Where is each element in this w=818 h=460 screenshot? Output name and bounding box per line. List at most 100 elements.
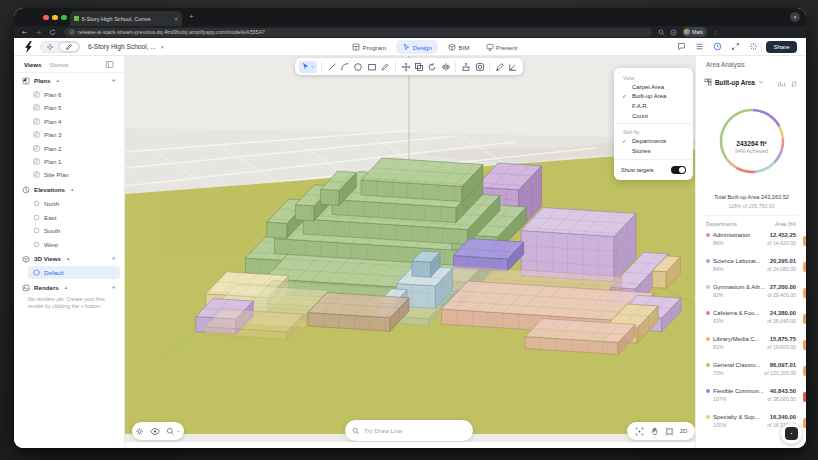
forward-icon[interactable] [35, 29, 42, 36]
app-logo[interactable] [24, 41, 33, 53]
section-elevations[interactable]: Elevations▲ [14, 183, 124, 196]
sidebar-item-north[interactable]: North [28, 197, 120, 210]
tool-pushpull[interactable] [460, 61, 471, 73]
tool-move[interactable] [400, 61, 411, 73]
list-icon[interactable] [695, 42, 704, 51]
section-plans[interactable]: Plans▲+ [14, 74, 124, 87]
command-search[interactable]: Try Draw Line [345, 420, 473, 441]
maximize-window-button[interactable] [61, 15, 67, 21]
tab-stories[interactable]: Stories [49, 61, 68, 68]
ai-mode-button[interactable] [41, 42, 59, 52]
scene-3d[interactable] [125, 56, 695, 442]
profile-chip[interactable]: Mark [682, 27, 707, 37]
sidebar-item-plan-1[interactable]: Plan 1 [28, 155, 120, 168]
section-renders[interactable]: Renders▲+ [14, 281, 124, 294]
sidebar-item-plan-6[interactable]: Plan 6 [28, 88, 120, 101]
tab-views[interactable]: Views [24, 61, 41, 68]
share-button[interactable]: Share [766, 41, 797, 53]
department-row[interactable]: Cafeteria & Foo...24,380.0093%of 26,040.… [706, 310, 806, 336]
document-title[interactable]: 6-Story High School, ...▼ [88, 43, 165, 50]
minimize-window-button[interactable] [52, 15, 58, 21]
department-row[interactable]: Science Laborat...20,295.0184%of 24,080.… [706, 258, 806, 284]
extensions-icon[interactable] [670, 29, 677, 36]
tool-arc[interactable] [339, 61, 350, 73]
add-icon[interactable]: + [111, 283, 116, 292]
sidebar-item-plan-2[interactable]: Plan 2 [28, 142, 120, 155]
add-icon[interactable]: + [111, 254, 116, 263]
col-departments[interactable]: Departments [706, 221, 737, 227]
sidebar-item-site-plan[interactable]: Site Plan [28, 168, 120, 181]
close-window-button[interactable] [43, 15, 49, 21]
feedback-widget[interactable]: ▪ [781, 423, 802, 444]
sidebar-item-east[interactable]: East [28, 211, 120, 224]
menu-view-built-up-area[interactable]: ✓Built-up Area [614, 92, 693, 102]
mode-2d-button[interactable]: 2D [680, 428, 688, 434]
department-row[interactable]: Administration12,452.2586%of 14,420.00 [706, 232, 806, 258]
tab-search-button[interactable]: ▾ [790, 12, 800, 22]
browser-menu-icon[interactable]: ⋮ [712, 29, 718, 36]
menu-view-carpet-area[interactable]: Carpet Area [614, 82, 693, 92]
back-icon[interactable] [21, 29, 28, 36]
display-settings-icon[interactable] [135, 427, 144, 436]
tool-offset[interactable] [474, 61, 485, 73]
history-icon[interactable] [713, 42, 722, 51]
refresh-icon[interactable] [49, 29, 56, 36]
dept-status-chip [803, 392, 806, 402]
menu-view-count[interactable]: Count [614, 111, 693, 121]
massing-block-brown-row [308, 293, 409, 332]
tool-rotate[interactable] [427, 61, 438, 73]
sidebar-item-plan-4[interactable]: Plan 4 [28, 115, 120, 128]
url-bar[interactable]: release-ai-stack-stream-previous.dq.4lzd… [64, 28, 652, 37]
sidebar-item-west[interactable]: West [28, 238, 120, 251]
fit-view-icon[interactable] [635, 427, 644, 436]
department-row[interactable]: Library/Media C...15,875.7581%of 19,600.… [706, 336, 806, 362]
sidebar-item-plan-3[interactable]: Plan 3 [28, 128, 120, 141]
menu-view-f-a-r-[interactable]: F.A.R. [614, 101, 693, 111]
sidebar-item-default[interactable]: Default [28, 266, 120, 279]
browser-tab[interactable]: 6-Story High School, Conve × [70, 11, 182, 26]
new-tab-button[interactable]: + [189, 13, 194, 21]
donut-subtitle: 94% Achieved [696, 148, 806, 154]
donut-value: 243264 ft² [696, 140, 806, 147]
add-icon[interactable]: + [111, 76, 116, 85]
tool-line[interactable] [326, 61, 337, 73]
nav-tab-program[interactable]: Program [346, 40, 392, 54]
pan-hand-icon[interactable] [650, 427, 659, 436]
department-row[interactable]: Gymnasium & Ath...27,200.0092%of 29,400.… [706, 284, 806, 310]
comments-icon[interactable] [677, 42, 686, 51]
collapse-panel-icon[interactable] [105, 60, 114, 69]
tool-rectangle[interactable] [366, 61, 377, 73]
search-icon[interactable] [658, 29, 665, 36]
zoom-icon[interactable] [166, 427, 175, 436]
col-area[interactable]: Area (ft²) [775, 221, 796, 227]
nav-tab-design[interactable]: Design [396, 40, 438, 54]
tool-mirror[interactable] [440, 61, 451, 73]
sidebar-item-plan-5[interactable]: Plan 5 [28, 101, 120, 114]
nav-tab-bim[interactable]: BIM [442, 40, 476, 54]
tool-pen[interactable] [494, 61, 505, 73]
tool-copy[interactable] [413, 61, 424, 73]
tab-close-icon[interactable]: × [174, 16, 178, 22]
viewport-3d[interactable]: View Carpet Area✓Built-up AreaF.A.R.Coun… [125, 56, 695, 442]
department-row[interactable]: General Classro...86,097.0170%of 123,200… [706, 362, 806, 388]
nav-tab-present[interactable]: Present [480, 40, 524, 54]
sidebar-item-south[interactable]: South [28, 224, 120, 237]
dept-target: of 123,200.00 [764, 370, 796, 376]
menu-sort-departments[interactable]: ✓Departments [614, 136, 693, 146]
tool-stylus[interactable] [380, 61, 391, 73]
menu-sort-stories[interactable]: Stories [614, 146, 693, 156]
settings-sparkle-icon[interactable] [749, 42, 758, 51]
section-3d-views[interactable]: 3D Views▲+ [14, 252, 124, 265]
tool-protractor[interactable] [508, 61, 519, 73]
sort-icon[interactable] [790, 80, 798, 88]
fullscreen-icon[interactable] [731, 42, 740, 51]
chart-icon[interactable] [777, 80, 785, 88]
tool-select[interactable] [299, 61, 317, 73]
orbit-icon[interactable] [665, 427, 674, 436]
show-targets-toggle[interactable] [671, 166, 686, 174]
department-row[interactable]: Flexible Common...40,843.50107%of 38,000… [706, 388, 806, 414]
tool-circle[interactable] [353, 61, 364, 73]
visibility-icon[interactable] [150, 427, 160, 436]
edit-mode-button[interactable] [59, 42, 79, 52]
metric-selector[interactable]: Built-up Area [704, 78, 764, 86]
